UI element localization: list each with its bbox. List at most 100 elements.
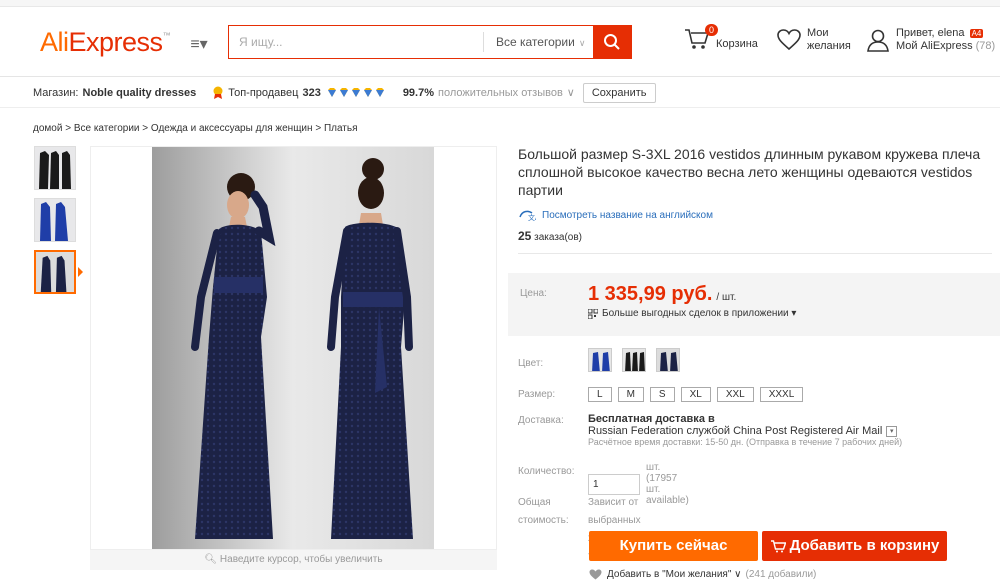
swatch-image xyxy=(623,349,645,371)
my-aliexpress-link[interactable]: Мой AliExpress xyxy=(896,40,973,52)
buy-now-button[interactable]: Купить сейчас xyxy=(589,531,758,561)
app-deals-link[interactable]: Больше выгодных сделок в приложении ▾ xyxy=(588,308,796,319)
save-store-button[interactable]: Сохранить xyxy=(582,82,656,103)
category-menu-button[interactable]: ≡▾ xyxy=(180,33,218,57)
thumbnail-list xyxy=(34,146,76,302)
top-seller-label: Топ-продавец xyxy=(228,86,299,99)
top-seller-badge: Топ-продавец 323 xyxy=(212,86,385,100)
price-unit: / шт. xyxy=(716,292,737,303)
search-category-select[interactable]: Все категории ∨ xyxy=(483,32,593,52)
size-options: L M S XL XXL XXXL xyxy=(588,387,804,402)
add-to-cart-button[interactable]: Добавить в корзину xyxy=(762,531,947,561)
greeting-text: Привет, elena xyxy=(896,27,965,39)
color-option-navy[interactable] xyxy=(656,348,680,372)
shipping-method-text: Russian Federation службой China Post Re… xyxy=(588,425,883,437)
quantity-label: Количество: xyxy=(518,466,575,477)
dress-photo xyxy=(152,147,434,549)
chevron-down-icon: ∨ xyxy=(566,87,575,99)
price-box: Цена: 1 335,99 руб. / шт. Больше выгодных… xyxy=(508,273,1000,336)
dress-thumbnail-image xyxy=(35,147,75,189)
total-label-1: Общая xyxy=(518,497,551,508)
add-to-cart-label: Добавить в корзину xyxy=(789,537,940,554)
size-label: Размер: xyxy=(518,389,556,400)
orders-count: 25 заказа(ов) xyxy=(518,229,992,254)
thumbnail-1[interactable] xyxy=(34,146,76,190)
translate-title-link[interactable]: 文A Посмотреть название на английском xyxy=(518,209,1000,221)
header: AliExpress™ ≡▾ Все категории∨ 0 Корзина … xyxy=(0,7,1000,77)
delivery-estimate: Расчётное время доставки: 15-50 дн. (Отп… xyxy=(588,437,903,447)
wishlist-label: Мои желания xyxy=(807,27,851,53)
search-bar: Все категории∨ xyxy=(228,25,632,59)
shipping-row: Доставка: Бесплатная доставка в Russian … xyxy=(518,413,902,447)
zoom-hint-text: Наведите курсор, чтобы увеличить xyxy=(219,554,383,565)
wish-label-2: желания xyxy=(807,40,851,52)
thumbnail-selected-indicator xyxy=(78,267,83,277)
seller-level-diamonds xyxy=(327,87,385,98)
search-category-label: Все категории xyxy=(496,35,575,49)
my-aliexpress-count: (78) xyxy=(975,40,996,52)
orders-label: заказа(ов) xyxy=(534,232,583,243)
svg-text:文A: 文A xyxy=(528,213,536,221)
color-option-blue[interactable] xyxy=(588,348,612,372)
wish-label-1: Мои xyxy=(807,27,829,39)
total-label-2: стоимость: xyxy=(518,515,569,526)
color-row: Цвет: xyxy=(518,348,680,372)
cart-icon xyxy=(770,540,786,553)
size-option[interactable]: M xyxy=(617,387,644,402)
size-option[interactable]: S xyxy=(649,387,675,402)
shipping-method[interactable]: Russian Federation службой China Post Re… xyxy=(588,425,938,437)
free-shipping-text: Бесплатная доставка в xyxy=(588,413,715,425)
store-label: Магазин: xyxy=(33,86,79,99)
account-menu[interactable]: Привет, elena A4 Мой AliExpress (78) xyxy=(866,27,995,53)
size-row: Размер: L M S XL XXL XXXL xyxy=(518,387,804,402)
translate-icon: 文A xyxy=(519,210,536,221)
diamond-icon xyxy=(363,88,372,97)
chevron-down-icon: ▾ xyxy=(791,308,797,319)
chevron-down-icon: ∨ xyxy=(578,38,586,48)
magnifier-icon: 🔍︎ xyxy=(204,554,218,565)
diamond-icon xyxy=(375,88,384,97)
feedback-summary[interactable]: 99.7% положительных отзывов ∨ xyxy=(403,86,575,99)
thumbnail-2[interactable] xyxy=(34,198,76,242)
wishlist-link[interactable]: Мои желания xyxy=(777,27,851,53)
cart-link[interactable]: 0 Корзина xyxy=(684,24,758,51)
product-title: Большой размер S-3XL 2016 vestidos длинн… xyxy=(518,146,981,198)
wishlist-label: Добавить в "Мои желания" xyxy=(607,569,732,580)
dress-thumbnail-image xyxy=(36,252,74,292)
shipping-label: Доставка: xyxy=(518,415,564,426)
thumbnail-3-selected[interactable] xyxy=(34,250,76,294)
search-icon xyxy=(604,34,620,50)
diamond-icon xyxy=(327,88,336,97)
heart-icon xyxy=(777,29,801,51)
swatch-image xyxy=(657,349,679,371)
chevron-down-icon[interactable]: ▾ xyxy=(886,425,898,437)
translate-label: Посмотреть название на английском xyxy=(542,209,713,221)
color-option-black[interactable] xyxy=(622,348,646,372)
search-input[interactable] xyxy=(229,26,483,58)
menu-icon: ≡▾ xyxy=(190,36,208,53)
size-option[interactable]: XL xyxy=(680,387,711,402)
add-to-wishlist-link[interactable]: Добавить в "Мои желания" ∨ (241 добавили… xyxy=(589,569,816,580)
breadcrumb[interactable]: домой > Все категории > Одежда и аксессу… xyxy=(33,123,358,134)
size-option[interactable]: XXXL xyxy=(759,387,804,402)
size-option[interactable]: XXL xyxy=(716,387,754,402)
orders-number: 25 xyxy=(518,229,532,243)
cart-label: Корзина xyxy=(716,37,758,50)
search-button[interactable] xyxy=(593,26,631,58)
logo-tm: ™ xyxy=(162,31,171,40)
aliexpress-logo[interactable]: AliExpress™ xyxy=(40,27,171,58)
main-product-image[interactable] xyxy=(90,146,497,550)
quantity-input[interactable] xyxy=(588,473,640,495)
chevron-down-icon: ∨ xyxy=(734,569,742,580)
store-name-link[interactable]: Noble quality dresses xyxy=(83,87,197,99)
wishlist-count: (241 добавили) xyxy=(745,569,817,580)
heart-icon xyxy=(589,569,602,580)
swatch-image xyxy=(589,349,611,371)
top-strip xyxy=(0,0,1000,7)
size-option[interactable]: L xyxy=(588,387,612,402)
seller-score: 323 xyxy=(302,86,321,99)
level-badge: A4 xyxy=(969,29,984,38)
user-icon xyxy=(867,29,889,52)
feedback-text: положительных отзывов xyxy=(438,87,563,99)
product-info: Большой размер S-3XL 2016 vestidos длинн… xyxy=(518,145,1000,254)
